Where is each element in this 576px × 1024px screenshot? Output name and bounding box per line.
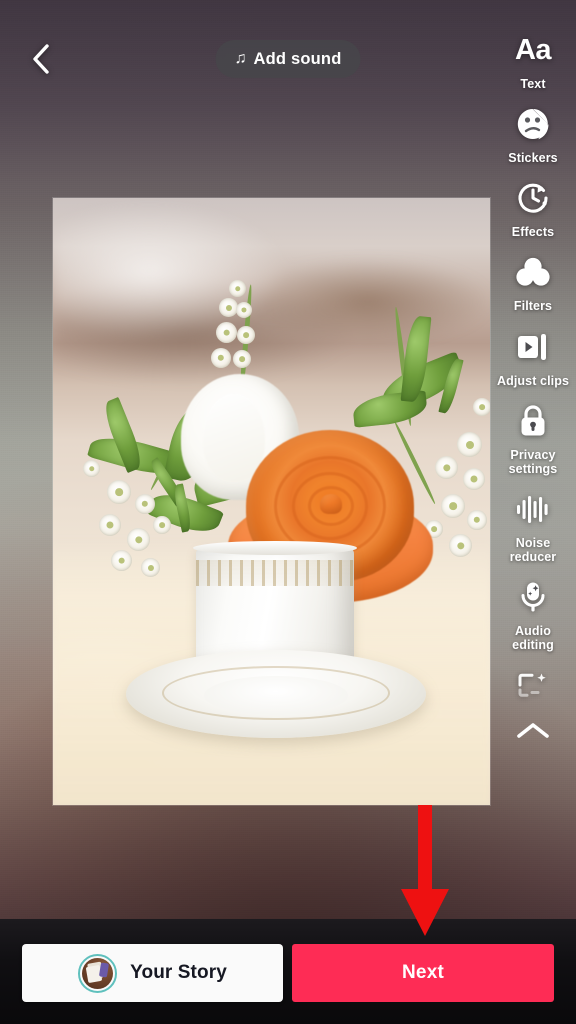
- add-sound-button[interactable]: ♫ Add sound: [215, 40, 361, 78]
- effects-clock-icon: [511, 178, 555, 218]
- waveform-icon: [511, 489, 555, 529]
- sidebar-item-privacy-settings[interactable]: Privacy settings: [490, 401, 576, 476]
- tools-sidebar: Aa Text Stickers Effects Filters Adjust …: [490, 30, 576, 749]
- sidebar-label-audio-editing: Audio editing: [512, 624, 554, 653]
- sidebar-item-effects[interactable]: Effects: [490, 178, 576, 239]
- your-story-label: Your Story: [130, 962, 227, 983]
- your-story-button[interactable]: Your Story: [22, 944, 283, 1002]
- sticker-smiley-icon: [511, 104, 555, 144]
- porcelain-saucer: [126, 650, 426, 738]
- sidebar-item-audio-editing[interactable]: Audio editing: [490, 577, 576, 652]
- avatar-image: [82, 957, 114, 989]
- sidebar-collapse-button[interactable]: [507, 713, 559, 749]
- sidebar-label-filters: Filters: [513, 299, 553, 314]
- text-aa-icon: Aa: [514, 33, 552, 66]
- sidebar-label-privacy-settings: Privacy settings: [508, 447, 558, 476]
- sidebar-item-stickers[interactable]: Stickers: [490, 104, 576, 165]
- microphone-sparkle-icon: [511, 577, 555, 617]
- sidebar-item-text[interactable]: Aa Text: [490, 30, 576, 91]
- adjust-clips-icon: [511, 327, 555, 367]
- filters-circles-icon: [511, 252, 555, 292]
- next-button[interactable]: Next: [292, 944, 554, 1002]
- sidebar-label-noise-reducer: Noise reducer: [509, 535, 557, 564]
- sidebar-label-effects: Effects: [511, 225, 555, 240]
- music-note-icon: ♫: [234, 49, 247, 67]
- add-sound-label: Add sound: [253, 49, 342, 68]
- lock-icon: [511, 401, 555, 441]
- chevron-left-icon: [33, 44, 49, 74]
- sidebar-item-adjust-clips[interactable]: Adjust clips: [490, 327, 576, 388]
- sidebar-item-filters[interactable]: Filters: [490, 252, 576, 313]
- avatar: [78, 953, 118, 993]
- next-label: Next: [402, 962, 444, 983]
- sidebar-label-stickers: Stickers: [508, 151, 558, 166]
- bouquet: [53, 198, 490, 805]
- enhance-frame-sparkle-icon: [511, 665, 555, 705]
- media-canvas[interactable]: [53, 198, 490, 805]
- editor-screen: ♫ Add sound Aa Text Stickers Effects Fil…: [0, 0, 576, 1024]
- back-button[interactable]: [20, 38, 62, 80]
- sidebar-label-text: Text: [520, 77, 546, 91]
- sidebar-label-adjust-clips: Adjust clips: [496, 373, 570, 388]
- bottom-action-bar: Your Story Next: [0, 919, 576, 1024]
- sidebar-item-enhance[interactable]: [490, 665, 576, 705]
- chevron-up-icon: [517, 723, 549, 739]
- sidebar-item-noise-reducer[interactable]: Noise reducer: [490, 489, 576, 564]
